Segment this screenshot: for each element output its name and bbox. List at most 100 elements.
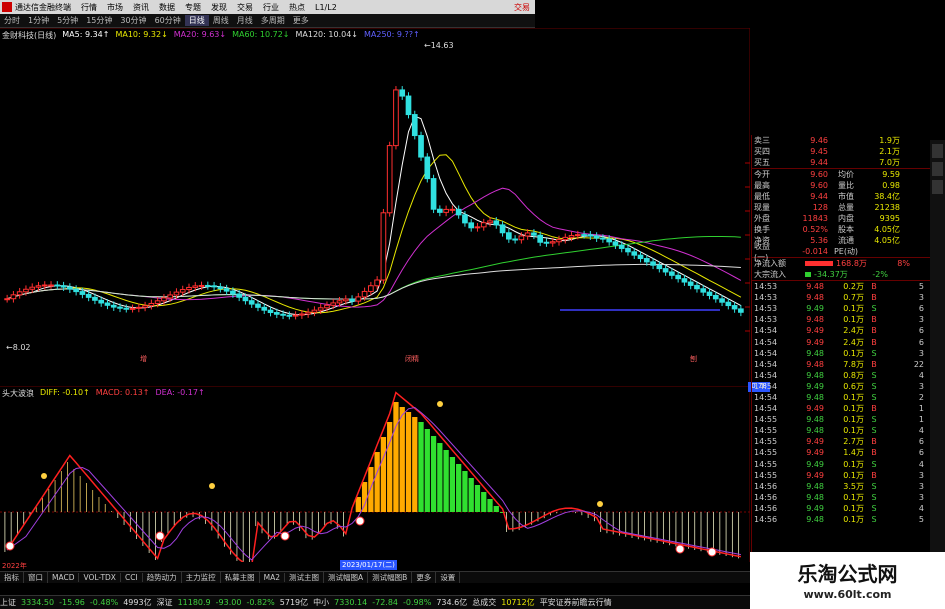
menu-item-level[interactable]: L1/L2 xyxy=(310,3,342,12)
tick-volume: 0.1万 xyxy=(843,415,864,425)
menu-item-news[interactable]: 资讯 xyxy=(128,2,154,13)
candle xyxy=(368,285,374,292)
histogram-bar xyxy=(67,462,69,512)
candlestick-chart[interactable]: 12.0011.5011.0010.5010.009.509.008.50 ←1… xyxy=(0,28,750,386)
candle xyxy=(311,309,318,313)
cursor-date-label: 2023/01/17(二) xyxy=(340,560,397,570)
candle xyxy=(204,284,211,287)
histogram-bar xyxy=(86,483,87,512)
histogram-bar xyxy=(79,476,81,512)
period-tab-60min[interactable]: 60分钟 xyxy=(151,15,185,26)
menu-item-industry[interactable]: 行业 xyxy=(258,2,284,13)
candle xyxy=(600,237,606,240)
indicator-tab[interactable]: MACD xyxy=(48,573,80,582)
tick-volume: 0.1万 xyxy=(843,492,864,502)
candle xyxy=(656,264,663,270)
sidebar-button-2[interactable] xyxy=(932,162,943,176)
tick-side: B xyxy=(871,404,877,414)
start-year-label: 2022年 xyxy=(2,562,27,570)
tick-side: S xyxy=(871,503,877,513)
period-tab-multi[interactable]: 多周期 xyxy=(257,15,289,26)
indicator-tab[interactable]: VOL-TDX xyxy=(79,573,121,582)
period-tab-15min[interactable]: 15分钟 xyxy=(82,15,116,26)
tick-price: 9.49 xyxy=(806,304,824,314)
candle xyxy=(110,304,117,308)
tick-volume: 0.2万 xyxy=(843,282,864,292)
tick-side: S xyxy=(871,492,877,502)
candle xyxy=(393,89,399,147)
tick-side: S xyxy=(871,426,877,436)
tick-time: 14:53 xyxy=(754,304,778,314)
tick-time: 14:54 xyxy=(754,359,778,369)
histogram-bar xyxy=(292,512,294,525)
tick-list[interactable]: 14:53 9.48 0.2万 B 5 14:53 9.48 0.7万 B 3 14:53 9.49 0… xyxy=(752,280,945,525)
period-tab-monthly[interactable]: 月线 xyxy=(233,15,257,26)
period-tab-daily[interactable]: 日线 xyxy=(184,15,209,26)
sz-index-change: -93.00 xyxy=(215,598,242,607)
histogram-bar xyxy=(374,452,380,512)
candle xyxy=(230,290,236,295)
candle xyxy=(29,286,36,290)
tick-volume: 0.7万 xyxy=(843,293,864,303)
tick-time: 14:55 xyxy=(754,415,778,425)
candle xyxy=(531,232,537,236)
period-bar: 分时 1分钟 5分钟 15分钟 30分钟 60分钟 日线 周线 月线 多周期 更… xyxy=(0,14,535,28)
candle xyxy=(211,285,217,288)
candle xyxy=(587,234,594,237)
histogram-bar xyxy=(318,512,319,535)
indicator-tab[interactable]: 主力监控 xyxy=(182,572,221,583)
candle xyxy=(198,284,205,287)
candle xyxy=(48,284,54,287)
sidebar-button-3[interactable] xyxy=(932,180,943,194)
candle xyxy=(117,306,123,309)
indicator-tab[interactable]: 测试主图 xyxy=(285,572,325,583)
period-tab-more[interactable]: 更多 xyxy=(289,15,313,26)
menu-item-quotes[interactable]: 行情 xyxy=(76,2,102,13)
stat-label: 今开 xyxy=(754,170,770,179)
stat-value: 4.05亿 xyxy=(874,236,900,245)
period-tab-5min[interactable]: 5分钟 xyxy=(53,15,82,26)
news-ticker[interactable]: 平安证券前瞻云行情 xyxy=(540,597,612,608)
indicator-tab[interactable]: CCI xyxy=(121,573,143,582)
menu-item-topics[interactable]: 专题 xyxy=(180,2,206,13)
histogram-bar xyxy=(393,402,399,512)
indicator-tab[interactable]: MA2 xyxy=(260,573,286,582)
candle xyxy=(606,238,613,243)
period-tab-intraday[interactable]: 分时 xyxy=(0,15,24,26)
tick-volume: 2.7万 xyxy=(843,437,864,447)
tick-time: 14:54 xyxy=(754,326,778,336)
trade-button[interactable]: 交易 xyxy=(509,2,535,13)
tick-row: 14:53 9.48 0.2万 B 5 xyxy=(752,281,945,292)
menu-item-hot[interactable]: 热点 xyxy=(284,2,310,13)
indicator-tab[interactable]: 测试幅图B xyxy=(368,572,413,583)
tick-count: 3 xyxy=(918,348,924,358)
indicator-tab[interactable]: 测试幅图A xyxy=(324,572,369,583)
candle xyxy=(669,271,675,276)
menu-item-data[interactable]: 数据 xyxy=(154,2,180,13)
indicator-tab[interactable]: 指标 xyxy=(0,572,24,583)
tick-side: B xyxy=(871,293,877,303)
tick-side: S xyxy=(871,381,877,391)
menu-bar: 通达信金融终端 行情 市场 资讯 数据 专题 发现 交易 行业 热点 L1/L2… xyxy=(0,0,535,14)
candle xyxy=(92,296,98,301)
indicator-chart[interactable] xyxy=(0,386,750,562)
candle xyxy=(574,234,581,237)
tick-price: 9.49 xyxy=(806,326,824,336)
period-tab-30min[interactable]: 30分钟 xyxy=(116,15,150,26)
menu-item-market[interactable]: 市场 xyxy=(102,2,128,13)
candle xyxy=(73,288,79,293)
tick-count: 3 xyxy=(918,293,924,303)
indicator-tab[interactable]: 趋势动力 xyxy=(143,572,182,583)
period-tab-1min[interactable]: 1分钟 xyxy=(24,15,53,26)
tick-row: 14:55 9.49 0.1万 S 4 xyxy=(752,459,945,470)
candle xyxy=(399,89,406,97)
menu-item-trade[interactable]: 交易 xyxy=(232,2,258,13)
indicator-tab[interactable]: 窗口 xyxy=(24,572,48,583)
period-tab-weekly[interactable]: 周线 xyxy=(209,15,233,26)
candle xyxy=(480,222,487,228)
menu-item-discover[interactable]: 发现 xyxy=(206,2,232,13)
indicator-tab[interactable]: 私募主图 xyxy=(221,572,260,583)
indicator-tab[interactable]: 更多 xyxy=(412,572,437,583)
sidebar-button-1[interactable] xyxy=(932,144,943,158)
indicator-tab[interactable]: 设置 xyxy=(436,572,461,583)
